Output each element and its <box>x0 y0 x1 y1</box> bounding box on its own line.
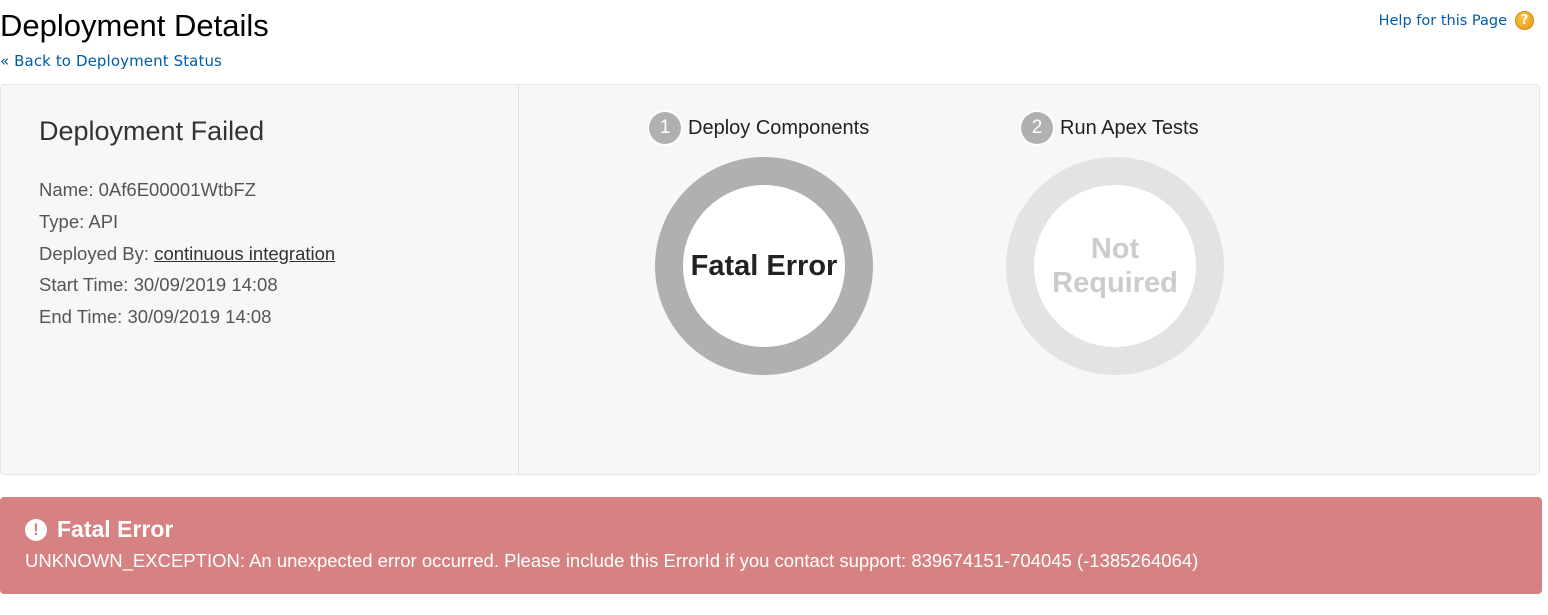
stage-header: 2 Run Apex Tests <box>1021 112 1199 144</box>
start-time-label: Start Time: <box>39 274 129 296</box>
deployment-status-panel: Deployment Failed Name: 0Af6E00001WtbFZ … <box>0 84 1540 475</box>
start-time-value: 30/09/2019 14:08 <box>133 274 278 296</box>
fatal-error-banner: ! Fatal Error UNKNOWN_EXCEPTION: An unex… <box>0 497 1542 594</box>
error-message: UNKNOWN_EXCEPTION: An unexpected error o… <box>25 550 1199 571</box>
stage-header: 1 Deploy Components <box>649 112 869 144</box>
start-time-row: Start Time: 30/09/2019 14:08 <box>39 273 335 305</box>
back-to-deployment-status-link[interactable]: « Back to Deployment Status <box>0 52 222 70</box>
type-row: Type: API <box>39 210 335 242</box>
name-row: Name: 0Af6E00001WtbFZ <box>39 178 335 210</box>
type-value: API <box>88 210 119 232</box>
stage-status-ring: Not Required <box>1006 157 1224 375</box>
step-number-badge: 1 <box>649 112 681 144</box>
error-title: Fatal Error <box>57 516 174 542</box>
name-value: 0Af6E00001WtbFZ <box>98 179 256 200</box>
stage-status-text: Fatal Error <box>690 250 838 282</box>
name-label: Name: <box>39 179 94 200</box>
help-question-icon[interactable]: ? <box>1515 11 1534 30</box>
stage-status-ring: Fatal Error <box>655 157 873 375</box>
help-link-label: Help for this Page <box>1378 12 1507 29</box>
stage-label: Run Apex Tests <box>1060 116 1199 139</box>
deployment-summary: Deployment Failed Name: 0Af6E00001WtbFZ … <box>1 85 519 474</box>
type-label: Type: <box>39 210 85 232</box>
end-time-label: End Time: <box>39 306 123 328</box>
deployed-by-label: Deployed By: <box>39 242 150 264</box>
end-time-value: 30/09/2019 14:08 <box>127 306 272 328</box>
error-title-row: ! Fatal Error <box>25 516 173 543</box>
step-number-badge: 2 <box>1021 112 1053 144</box>
exclamation-icon: ! <box>25 518 47 541</box>
deployed-by-user-link[interactable]: continuous integration <box>154 243 335 264</box>
stage-label: Deploy Components <box>688 116 870 139</box>
help-for-this-page-link[interactable]: Help for this Page ? <box>1379 11 1534 30</box>
deployment-info-list: Name: 0Af6E00001WtbFZ Type: API Deployed… <box>39 178 335 337</box>
end-time-row: End Time: 30/09/2019 14:08 <box>39 305 335 337</box>
deployment-stages: 1 Deploy Components Fatal Error 2 Run Ap… <box>519 85 1539 474</box>
deployment-status-heading: Deployment Failed <box>39 116 265 146</box>
deployed-by-row: Deployed By: continuous integration <box>39 242 335 274</box>
page-title: Deployment Details <box>0 8 269 43</box>
stage-status-text: Not Required <box>1052 233 1178 299</box>
